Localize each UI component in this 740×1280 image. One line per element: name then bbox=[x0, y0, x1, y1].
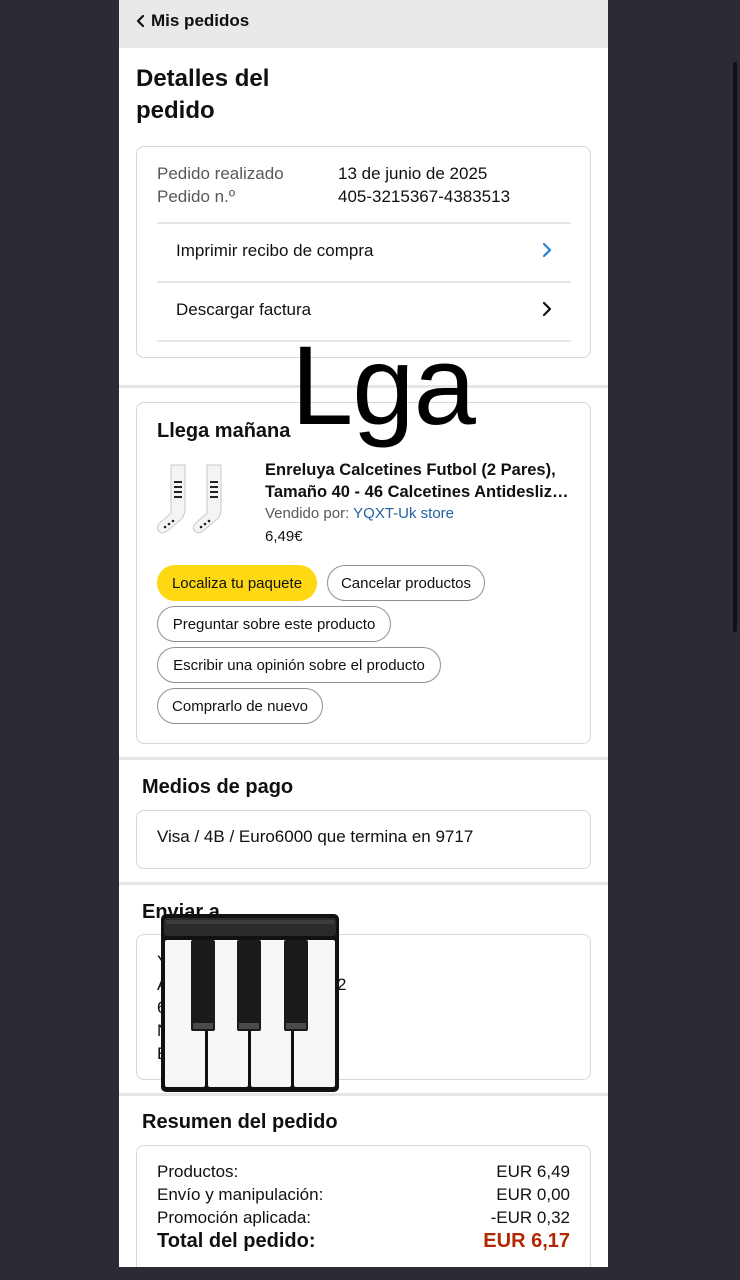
ask-product-button[interactable]: Preguntar sobre este producto bbox=[157, 606, 391, 642]
scrollbar-thumb[interactable] bbox=[733, 62, 737, 632]
payment-title: Medios de pago bbox=[142, 776, 294, 798]
cancel-items-button[interactable]: Cancelar productos bbox=[327, 565, 485, 601]
promotion-value: -EUR 0,32 bbox=[490, 1208, 570, 1227]
write-review-button[interactable]: Escribir una opinión sobre el producto bbox=[157, 647, 441, 683]
shipment-card: Llega mañana Enreluya Calcetines Futbol … bbox=[136, 402, 591, 744]
buy-again-button[interactable]: Comprarlo de nuevo bbox=[157, 688, 323, 724]
product-title-line1[interactable]: Enreluya Calcetines Futbol (2 Pares), bbox=[265, 459, 575, 481]
payment-card: Visa / 4B / Euro6000 que termina en 9717 bbox=[136, 810, 591, 869]
download-invoice-link[interactable]: Descargar factura bbox=[176, 300, 311, 320]
shipping-value: EUR 0,00 bbox=[496, 1185, 570, 1204]
print-receipt-link[interactable]: Imprimir recibo de compra bbox=[176, 241, 373, 261]
chevron-right-icon[interactable] bbox=[542, 242, 552, 258]
promotion-label: Promoción aplicada: bbox=[157, 1208, 312, 1227]
seller-link[interactable]: YQXT-Uk store bbox=[353, 505, 454, 522]
product-price: 6,49€ bbox=[265, 528, 303, 545]
order-number-label: Pedido n.º bbox=[157, 187, 236, 206]
top-bar[interactable]: Mis pedidos bbox=[119, 0, 608, 48]
order-number-value: 405-3215367-4383513 bbox=[338, 187, 511, 206]
seller-info: Vendido por: YQXT-Uk store bbox=[265, 505, 454, 522]
summary-title: Resumen del pedido bbox=[142, 1111, 338, 1133]
order-total-label: Total del pedido: bbox=[157, 1230, 316, 1252]
page-title: Detalles del pedido bbox=[136, 65, 270, 124]
back-link[interactable]: Mis pedidos bbox=[151, 11, 249, 31]
overlay-text: Lga bbox=[291, 323, 476, 448]
section-separator bbox=[119, 882, 608, 885]
order-summary-card: Productos: EUR 6,49 Envío y manipulación… bbox=[136, 1145, 591, 1267]
divider bbox=[157, 281, 571, 283]
product-image[interactable] bbox=[157, 461, 247, 541]
product-title[interactable]: Enreluya Calcetines Futbol (2 Pares), Ta… bbox=[265, 459, 575, 503]
products-value: EUR 6,49 bbox=[496, 1162, 570, 1181]
chevron-right-icon[interactable] bbox=[542, 301, 552, 317]
product-title-line2[interactable]: Tamaño 40 - 46 Calcetines Antideslizante… bbox=[265, 481, 569, 503]
order-date-value: 13 de junio de 2025 bbox=[338, 164, 488, 183]
order-total-value: EUR 6,17 bbox=[483, 1230, 570, 1252]
products-label: Productos: bbox=[157, 1162, 239, 1181]
divider bbox=[157, 222, 571, 224]
seller-prefix: Vendido por: bbox=[265, 505, 350, 522]
order-date-label: Pedido realizado bbox=[157, 164, 284, 183]
piano-keys-icon bbox=[161, 914, 339, 1092]
payment-method: Visa / 4B / Euro6000 que termina en 9717 bbox=[157, 827, 474, 846]
delivery-status: Llega mañana bbox=[157, 420, 291, 442]
section-separator bbox=[119, 1093, 608, 1096]
section-separator bbox=[119, 757, 608, 760]
shipping-label: Envío y manipulación: bbox=[157, 1185, 324, 1204]
track-package-button[interactable]: Localiza tu paquete bbox=[157, 565, 317, 601]
chevron-left-icon[interactable] bbox=[136, 14, 145, 28]
